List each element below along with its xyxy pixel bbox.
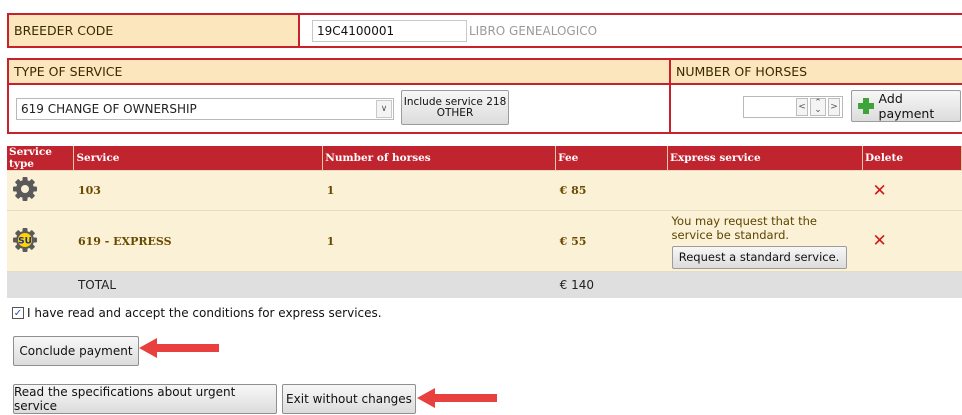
breeder-code-value-area: 19C4100001 LIBRO GENEALOGICO bbox=[300, 15, 962, 46]
table-row: 103 1 € 85 ✕ bbox=[7, 170, 962, 211]
express-note: You may request that the service be stan… bbox=[671, 213, 817, 242]
accept-label: I have read and accept the conditions fo… bbox=[27, 306, 382, 320]
col-express-service: Express service bbox=[667, 146, 864, 171]
col-delete: Delete bbox=[862, 146, 962, 171]
up-down-icon[interactable]: ⌃ ⌄ bbox=[810, 98, 826, 116]
fee-cell: € 55 bbox=[555, 210, 668, 272]
horses-cell: 1 bbox=[322, 170, 556, 211]
accept-checkbox[interactable]: ✓ bbox=[12, 307, 24, 319]
table-header-row: Service type Service Number of horses Fe… bbox=[7, 146, 962, 171]
delete-cell: ✕ bbox=[862, 210, 962, 272]
add-payment-button[interactable]: Add payment bbox=[851, 90, 961, 122]
breeder-code-input[interactable]: 19C4100001 bbox=[312, 19, 467, 42]
su-badge-text: SU bbox=[18, 236, 32, 246]
breeder-code-label: BREEDER CODE bbox=[9, 15, 300, 46]
express-cell: You may request that the service be stan… bbox=[667, 210, 863, 272]
pointer-arrow-icon bbox=[139, 338, 219, 358]
service-type-cell: SU bbox=[7, 210, 74, 272]
delete-cell: ✕ bbox=[862, 170, 962, 211]
breeder-code-row: BREEDER CODE 19C4100001 LIBRO GENEALOGIC… bbox=[7, 13, 962, 48]
number-of-horses-panel: NUMBER OF HORSES < ⌃ ⌄ > Add payment bbox=[671, 60, 962, 132]
total-value: € 140 bbox=[555, 271, 668, 298]
table-row: SU 619 - EXPRESS 1 € 55 You may request … bbox=[7, 210, 962, 272]
horses-stepper[interactable]: < ⌃ ⌄ > bbox=[796, 98, 848, 116]
gear-icon bbox=[13, 177, 37, 201]
service-type-cell bbox=[7, 170, 74, 211]
col-service: Service bbox=[73, 146, 324, 171]
col-number-of-horses: Number of horses bbox=[322, 146, 557, 171]
express-cell bbox=[667, 170, 863, 211]
type-of-service-header: TYPE OF SERVICE bbox=[9, 60, 669, 85]
service-select-value: 619 CHANGE OF OWNERSHIP bbox=[21, 102, 197, 116]
col-service-type: Service type bbox=[7, 146, 75, 171]
accept-conditions[interactable]: ✓ I have read and accept the conditions … bbox=[12, 306, 382, 320]
service-cell: 103 bbox=[73, 170, 323, 211]
plus-icon bbox=[858, 98, 874, 114]
horses-cell: 1 bbox=[322, 210, 556, 272]
registry-label: LIBRO GENEALOGICO bbox=[469, 23, 598, 38]
service-selection-block: TYPE OF SERVICE 619 CHANGE OF OWNERSHIP … bbox=[7, 58, 962, 134]
exit-without-changes-button[interactable]: Exit without changes bbox=[282, 384, 416, 414]
total-label: TOTAL bbox=[73, 271, 323, 298]
fee-cell: € 85 bbox=[555, 170, 668, 211]
delete-x-icon[interactable]: ✕ bbox=[867, 231, 887, 251]
gear-su-icon: SU bbox=[13, 227, 37, 252]
services-table: Service type Service Number of horses Fe… bbox=[7, 146, 962, 298]
total-row: TOTAL € 140 bbox=[7, 271, 962, 298]
include-service-button[interactable]: Include service 218 OTHER bbox=[401, 90, 509, 125]
read-specifications-button[interactable]: Read the specifications about urgent ser… bbox=[13, 384, 277, 414]
chevron-left-icon[interactable]: < bbox=[796, 98, 808, 116]
pointer-arrow-icon bbox=[417, 388, 497, 408]
chevron-right-icon[interactable]: > bbox=[828, 98, 840, 116]
number-of-horses-header: NUMBER OF HORSES bbox=[671, 60, 962, 85]
delete-x-icon[interactable]: ✕ bbox=[867, 181, 887, 201]
col-fee: Fee bbox=[555, 146, 669, 171]
add-payment-label: Add payment bbox=[878, 91, 935, 121]
service-select[interactable]: 619 CHANGE OF OWNERSHIP ∨ bbox=[16, 98, 394, 120]
request-standard-service-button[interactable]: Request a standard service. bbox=[671, 245, 847, 269]
include-service-line1: Include service 218 bbox=[403, 95, 507, 108]
conclude-payment-button[interactable]: Conclude payment bbox=[13, 336, 139, 366]
service-cell: 619 - EXPRESS bbox=[73, 210, 323, 272]
type-of-service-panel: TYPE OF SERVICE 619 CHANGE OF OWNERSHIP … bbox=[9, 60, 671, 132]
include-service-line2: OTHER bbox=[436, 106, 474, 119]
chevron-down-icon[interactable]: ∨ bbox=[376, 100, 392, 118]
